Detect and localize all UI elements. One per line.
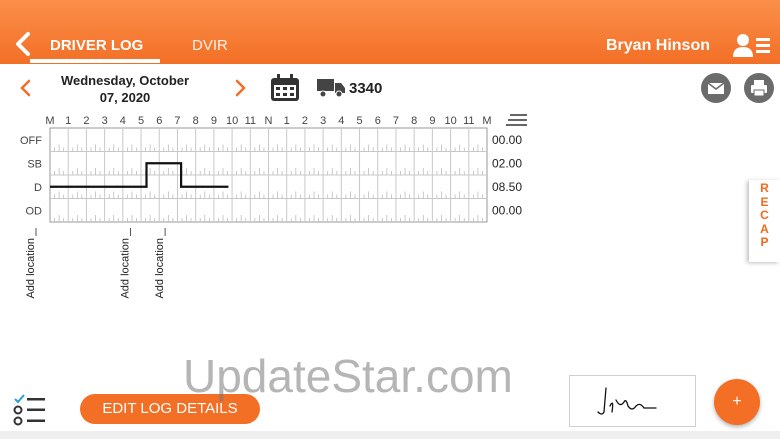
hour-label: 4: [120, 115, 126, 127]
hour-label: 5: [138, 115, 144, 127]
recap-letter: A: [760, 221, 769, 236]
recap-letter: P: [760, 235, 769, 249]
status-label-od: OD: [26, 205, 43, 217]
previous-day-chevron-left-icon[interactable]: [18, 78, 32, 98]
hour-label: 7: [174, 115, 180, 127]
next-day-chevron-right-icon[interactable]: [234, 78, 248, 98]
hour-label: 2: [302, 115, 308, 127]
hour-label: 3: [102, 115, 108, 127]
hour-label: 9: [211, 115, 217, 127]
mail-icon: [707, 82, 725, 94]
recap-letters: R E C A P: [749, 180, 780, 250]
hour-label: 3: [320, 115, 326, 127]
hour-label: 1: [284, 115, 290, 127]
hour-label: 5: [356, 115, 362, 127]
status-total-off: 00.00: [492, 133, 522, 147]
bottom-strip: [0, 431, 780, 439]
status-label-d: D: [34, 182, 42, 194]
add-location-link[interactable]: Add location: [154, 238, 166, 299]
hour-label: 6: [156, 115, 162, 127]
status-total-d: 08.50: [492, 180, 522, 194]
menu-lines-icon[interactable]: [506, 113, 528, 127]
hour-label: 4: [338, 115, 344, 127]
hour-label: 9: [429, 115, 435, 127]
driver-log-screen: DRIVER LOG DVIR Bryan Hinson Wednesday, …: [0, 0, 780, 439]
print-log-button[interactable]: [744, 73, 774, 103]
hour-label: 8: [193, 115, 199, 127]
printer-icon: [751, 80, 767, 97]
hour-label: 11: [463, 115, 474, 127]
user-list-icon[interactable]: [732, 32, 772, 58]
recap-letter: E: [760, 194, 769, 209]
hour-label: N: [265, 115, 273, 127]
add-fab-button[interactable]: +: [714, 379, 760, 425]
recap-letter: C: [760, 208, 769, 222]
truck-number: 3340: [349, 80, 383, 97]
status-label-off: OFF: [20, 135, 42, 147]
add-location-link[interactable]: Add location: [25, 238, 37, 299]
status-label-sb: SB: [27, 158, 42, 170]
truck-icon: [317, 79, 345, 98]
hour-label: 1: [65, 115, 71, 127]
date-line-2: 07, 2020: [99, 90, 151, 105]
chevron-left-icon[interactable]: [10, 30, 36, 58]
active-tab-indicator: [30, 59, 160, 63]
hour-label: 8: [411, 115, 417, 127]
hour-label: 11: [245, 115, 256, 127]
hour-label: M: [482, 115, 491, 127]
hour-label: 6: [375, 115, 381, 127]
calendar-icon[interactable]: [270, 74, 300, 102]
top-bar: DRIVER LOG DVIR Bryan Hinson: [0, 0, 780, 64]
tab-driver-log[interactable]: DRIVER LOG: [50, 37, 143, 54]
signature-box[interactable]: [569, 375, 696, 427]
tab-dvir[interactable]: DVIR: [192, 37, 228, 54]
recap-tab[interactable]: R E C A P: [749, 180, 780, 262]
status-total-od: 00.00: [492, 203, 522, 217]
log-graph[interactable]: M 1 2 3 4 5 6 7 8 9 10 11 N 1 2 3 4 5 6 7 8 9 10 11 MOFF 00.00SB 0…: [0, 108, 540, 308]
email-log-button[interactable]: [701, 73, 731, 103]
hour-label: 7: [393, 115, 399, 127]
watermark-text: UpdateStar.com: [183, 350, 513, 402]
add-location-link[interactable]: Add location: [120, 238, 132, 299]
hour-label: 10: [226, 115, 238, 127]
status-total-sb: 02.00: [492, 156, 522, 170]
hour-label: M: [45, 115, 54, 127]
signature-drawing: [597, 387, 657, 415]
recap-letter: R: [760, 181, 769, 195]
date-line-1: Wednesday, October: [60, 73, 190, 88]
hour-label: 2: [83, 115, 89, 127]
hour-label: 10: [444, 115, 456, 127]
checklist-icon[interactable]: [12, 394, 46, 426]
user-name: Bryan Hinson: [605, 37, 710, 54]
log-date: Wednesday, October 07, 2020: [50, 72, 200, 106]
